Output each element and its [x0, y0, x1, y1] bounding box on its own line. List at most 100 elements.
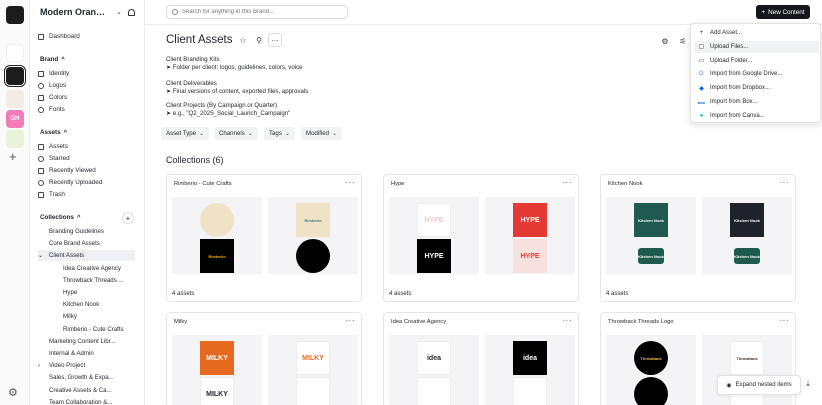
settings-icon[interactable]: ⚙: [658, 34, 672, 48]
asset-thumbnail[interactable]: Kitchen Nook: [606, 197, 696, 243]
asset-thumbnail[interactable]: MILKY: [172, 376, 262, 405]
bell-icon[interactable]: [127, 8, 135, 16]
brand-switcher[interactable]: Modern Orange ... ⌄: [40, 6, 135, 18]
menu-item[interactable]: ◆ Import from Dropbox...: [694, 82, 819, 94]
item-icon: [38, 82, 44, 89]
menu-item[interactable]: ▭ Upload Folder...: [694, 55, 819, 67]
asset-thumbnail[interactable]: [485, 376, 575, 405]
sidebar-collection-item[interactable]: ⌄ Client Assets: [38, 250, 135, 262]
collection-card[interactable]: Rimberio - Cute Crafts ··· Rimberio Rimberi…: [166, 174, 362, 302]
more-options-icon[interactable]: ···: [780, 316, 790, 325]
sidebar-collection-item[interactable]: Rimberio - Cute Crafts: [52, 324, 139, 335]
chevron-icon[interactable]: ⌄: [38, 252, 49, 259]
asset-thumbnail[interactable]: HYPE: [389, 197, 479, 243]
pin-icon[interactable]: ⚲: [252, 33, 266, 47]
expand-nested-items-button[interactable]: ◉ Expand nested items: [717, 375, 801, 395]
sidebar-item[interactable]: Assets: [38, 141, 68, 152]
sidebar-collection-item[interactable]: Milky: [52, 311, 139, 322]
filter-icon[interactable]: ⚟: [676, 34, 690, 48]
sidebar-collection-item[interactable]: Internal & Admin: [38, 348, 135, 359]
sidebar-item[interactable]: Fonts: [38, 104, 65, 115]
menu-item[interactable]: + Add Asset...: [694, 27, 819, 39]
asset-thumbnail[interactable]: [268, 376, 358, 405]
collection-card[interactable]: Milky ··· MILKY MILKY MILKY: [166, 312, 362, 405]
asset-thumbnail[interactable]: Rimberio: [172, 238, 262, 274]
sidebar-collection-item[interactable]: Kitchen Nook: [52, 299, 139, 310]
sidebar-collection-item[interactable]: Throwback Threads ...: [52, 275, 139, 286]
asset-thumbnail[interactable]: MILKY: [172, 335, 262, 381]
collection-card[interactable]: Idea Creative Agency ··· idea idea: [383, 312, 579, 405]
filter-dropdown[interactable]: Modified ⌄: [301, 127, 343, 140]
sidebar-item[interactable]: Starred: [38, 153, 70, 164]
asset-thumbnail[interactable]: MILKY: [268, 335, 358, 381]
asset-thumbnail[interactable]: Rimberio: [268, 197, 358, 243]
new-content-button[interactable]: + New Content: [756, 5, 810, 19]
asset-thumbnail[interactable]: Kitchen Nook: [606, 238, 696, 274]
workspace-avatar[interactable]: GH: [6, 110, 24, 128]
asset-artwork: idea: [417, 341, 451, 375]
search-bar[interactable]: [166, 5, 348, 19]
settings-icon[interactable]: ⚙: [8, 386, 18, 399]
sidebar-section-assets[interactable]: Assets ^: [40, 129, 67, 136]
asset-thumbnail[interactable]: idea: [389, 335, 479, 381]
asset-thumbnail[interactable]: idea: [485, 335, 575, 381]
asset-thumbnail[interactable]: HYPE: [485, 238, 575, 274]
menu-item[interactable]: ▢ Upload Files...: [694, 40, 819, 53]
more-options-icon[interactable]: ···: [563, 316, 573, 325]
asset-thumbnail[interactable]: Kitchen Nook: [702, 238, 792, 274]
collection-card[interactable]: Kitchen Nook ··· Kitchen Nook Kitchen Nook K…: [600, 174, 796, 302]
more-options-button[interactable]: ···: [268, 33, 282, 47]
collection-card[interactable]: Hype ··· HYPE HYPE HYPE HYPE 4 assets: [383, 174, 579, 302]
sidebar-collection-item[interactable]: Sales, Growth & Expa...: [38, 372, 135, 383]
more-options-icon[interactable]: ···: [346, 178, 356, 187]
filter-dropdown[interactable]: Asset Type ⌄: [161, 127, 210, 140]
sidebar-item[interactable]: Identity: [38, 68, 69, 79]
sidebar-section-collections[interactable]: Collections ^: [40, 214, 80, 221]
sidebar-collection-item[interactable]: Hype: [52, 287, 139, 298]
sidebar-collection-item[interactable]: Team Collaboration &...: [38, 397, 135, 405]
sidebar-collection-item[interactable]: Marketing Content Libr...: [38, 336, 135, 347]
asset-thumbnail[interactable]: Throwback: [606, 335, 696, 381]
sidebar-collection-item[interactable]: Branding Guidelines: [38, 226, 135, 237]
asset-thumbnail[interactable]: HYPE: [485, 197, 575, 243]
sidebar-item[interactable]: Logos: [38, 80, 66, 91]
sidebar-item[interactable]: Recently Uploaded: [38, 177, 102, 188]
add-collection-button[interactable]: +: [122, 212, 134, 224]
chevron-icon[interactable]: ›: [38, 363, 49, 369]
menu-item[interactable]: ● Import from Canva...: [694, 110, 819, 122]
collection-label: Core Brand Assets: [49, 240, 100, 248]
menu-item[interactable]: box Import from Box...: [694, 96, 819, 108]
asset-thumbnail[interactable]: [172, 197, 262, 243]
sidebar-item[interactable]: Colors: [38, 92, 67, 103]
asset-thumbnail[interactable]: [389, 376, 479, 405]
more-options-icon[interactable]: ···: [346, 316, 356, 325]
workspace-avatar[interactable]: [6, 44, 24, 62]
sidebar-item[interactable]: Trash: [38, 189, 65, 200]
download-icon[interactable]: ⤓: [801, 377, 815, 391]
sidebar-item-dashboard[interactable]: Dashboard: [38, 31, 80, 42]
workspace-avatar[interactable]: [6, 6, 24, 24]
workspace-avatar[interactable]: [6, 130, 24, 148]
workspace-avatar[interactable]: [6, 90, 24, 108]
asset-thumbnail[interactable]: [268, 238, 358, 274]
sidebar-item[interactable]: Recently Viewed: [38, 165, 96, 176]
star-icon[interactable]: ☆: [236, 33, 250, 47]
filter-dropdown[interactable]: Channels ⌄: [214, 127, 258, 140]
workspace-avatar[interactable]: [4, 65, 26, 87]
filter-dropdown[interactable]: Tags ⌄: [264, 127, 295, 140]
asset-thumbnail[interactable]: Kitchen Nook: [702, 197, 792, 243]
sidebar-section-brand[interactable]: Brand ^: [40, 56, 65, 63]
sidebar-collection-item[interactable]: Core Brand Assets: [38, 238, 135, 249]
add-workspace-icon[interactable]: +: [9, 150, 17, 163]
more-options-icon[interactable]: ···: [780, 178, 790, 187]
asset-thumbnail[interactable]: [606, 376, 696, 405]
sidebar-collection-item[interactable]: Creative Assets & Ca...: [38, 385, 135, 396]
sidebar-collection-item[interactable]: Idea Creative Agency: [52, 263, 139, 274]
menu-item[interactable]: G Import from Google Drive...: [694, 68, 819, 80]
asset-artwork: Kitchen Nook: [634, 203, 668, 237]
search-input[interactable]: [182, 9, 342, 15]
asset-thumbnail[interactable]: HYPE: [389, 238, 479, 274]
sidebar-collection-item[interactable]: › Video Project: [38, 360, 135, 371]
chevron-up-icon: ^: [63, 129, 68, 136]
more-options-icon[interactable]: ···: [563, 178, 573, 187]
